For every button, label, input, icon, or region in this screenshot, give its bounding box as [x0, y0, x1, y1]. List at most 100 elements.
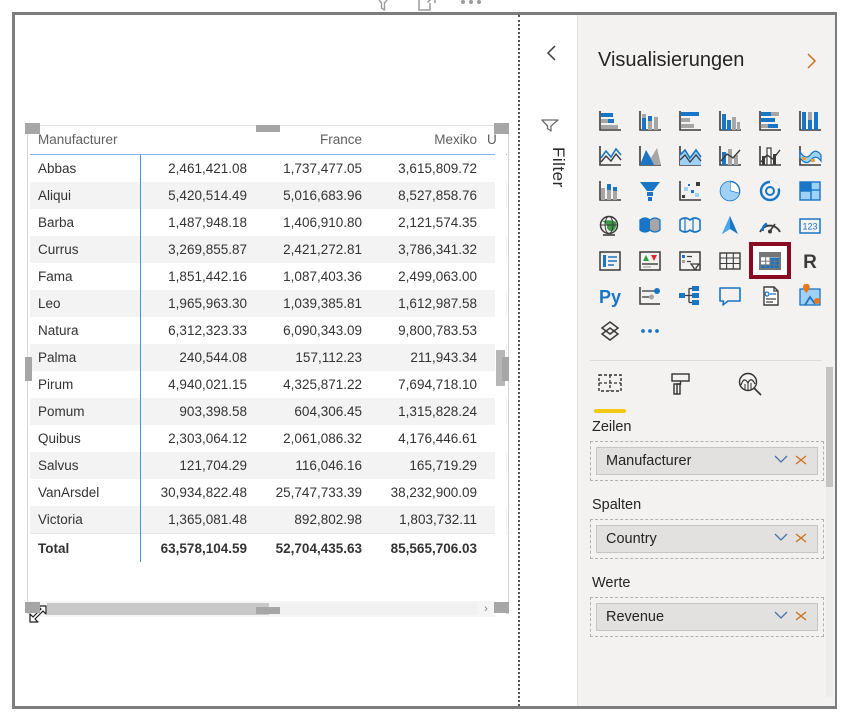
- shape-map-icon[interactable]: [670, 208, 710, 243]
- row-header-cell[interactable]: Aliqui: [30, 182, 141, 209]
- value-cell[interactable]: 4,176,446.61: [370, 425, 485, 452]
- line-and-clustered-column-chart-icon[interactable]: [750, 138, 790, 173]
- stacked-area-chart-icon[interactable]: [670, 138, 710, 173]
- value-cell[interactable]: 1,315,828.24: [370, 398, 485, 425]
- line-chart-icon[interactable]: [590, 138, 630, 173]
- value-cell[interactable]: 2,121,574.35: [370, 209, 485, 236]
- field-well-dropzone[interactable]: Manufacturer: [590, 441, 824, 481]
- stacked-column-chart-icon[interactable]: [630, 103, 670, 138]
- chevron-down-icon[interactable]: [771, 609, 791, 625]
- table-row[interactable]: Currus 3,269,855.87 2,421,272.81 3,786,341.…: [30, 236, 507, 263]
- map-icon[interactable]: [590, 208, 630, 243]
- value-cell[interactable]: 157,112.23: [255, 344, 370, 371]
- more-options-icon[interactable]: [458, 0, 484, 14]
- python-visual-icon[interactable]: Py: [590, 278, 630, 313]
- row-header-cell[interactable]: Salvus: [30, 452, 141, 479]
- value-cell[interactable]: 1,851,442.16: [140, 263, 255, 290]
- matrix-table[interactable]: Manufacturer France Mexiko U Abbas 2,461,…: [30, 126, 507, 562]
- row-header-cell[interactable]: Palma: [30, 344, 141, 371]
- table-row[interactable]: Leo 1,965,963.30 1,039,385.81 1,612,987.58: [30, 290, 507, 317]
- close-icon[interactable]: [791, 609, 811, 626]
- value-cell[interactable]: 25,747,733.39: [255, 479, 370, 506]
- get-more-visuals-icon[interactable]: [630, 313, 670, 348]
- row-header-cell[interactable]: Victoria: [30, 506, 141, 534]
- value-cell[interactable]: 121,704.29: [140, 452, 255, 479]
- field-chip[interactable]: Manufacturer: [596, 447, 818, 475]
- row-header-cell[interactable]: Fama: [30, 263, 141, 290]
- table-icon[interactable]: [710, 243, 750, 278]
- column-header-blank[interactable]: [140, 126, 255, 155]
- gauge-icon[interactable]: [750, 208, 790, 243]
- row-header-cell[interactable]: Pomum: [30, 398, 141, 425]
- field-well-dropzone[interactable]: Country: [590, 519, 824, 559]
- value-cell[interactable]: 1,087,403.36: [255, 263, 370, 290]
- value-cell[interactable]: 1,487,948.18: [140, 209, 255, 236]
- value-cell[interactable]: 3,269,855.87: [140, 236, 255, 263]
- table-row[interactable]: Barba 1,487,948.18 1,406,910.80 2,121,574.3…: [30, 209, 507, 236]
- value-cell[interactable]: 3,615,809.72: [370, 155, 485, 183]
- visualizations-pane[interactable]: Visualisierungen 123 R Py Zeilen Manufac…: [577, 15, 835, 706]
- value-cell[interactable]: 8,527,858.76: [370, 182, 485, 209]
- value-cell[interactable]: 30,934,822.48: [140, 479, 255, 506]
- resize-handle-bottom-left[interactable]: [25, 602, 40, 613]
- table-row[interactable]: Salvus 121,704.29 116,046.16 165,719.29: [30, 452, 507, 479]
- value-cell[interactable]: 604,306.45: [255, 398, 370, 425]
- table-row[interactable]: Pirum 4,940,021.15 4,325,871.22 7,694,718.1…: [30, 371, 507, 398]
- resize-handle-bottom-center[interactable]: [256, 607, 280, 614]
- r-script-visual-icon[interactable]: R: [790, 243, 830, 278]
- value-cell[interactable]: 165,719.29: [370, 452, 485, 479]
- resize-handle-top-left[interactable]: [25, 123, 40, 134]
- matrix-visual[interactable]: Manufacturer France Mexiko U Abbas 2,461,…: [29, 125, 507, 705]
- visual-header-toolbar[interactable]: [370, 0, 495, 15]
- column-header-mexiko[interactable]: Mexiko: [370, 126, 485, 155]
- stacked-bar-chart-icon[interactable]: [590, 103, 630, 138]
- table-row[interactable]: Abbas 2,461,421.08 1,737,477.05 3,615,809.7…: [30, 154, 507, 183]
- multi-row-card-icon[interactable]: [590, 243, 630, 278]
- ribbon-chart-icon[interactable]: [790, 138, 830, 173]
- value-cell[interactable]: 2,303,064.12: [140, 425, 255, 452]
- clustered-bar-chart-icon[interactable]: [670, 103, 710, 138]
- chevron-right-icon[interactable]: [803, 51, 821, 71]
- table-total-row[interactable]: Total 63,578,104.59 52,704,435.63 85,565,70…: [30, 533, 507, 562]
- area-chart-icon[interactable]: [630, 138, 670, 173]
- table-row[interactable]: Victoria 1,365,081.48 892,802.98 1,803,732.…: [30, 506, 507, 534]
- line-and-stacked-column-chart-icon[interactable]: [710, 138, 750, 173]
- value-cell[interactable]: 116,046.16: [255, 452, 370, 479]
- paginated-report-icon[interactable]: [590, 313, 630, 348]
- scroll-right-arrow[interactable]: ›: [477, 601, 495, 617]
- value-cell[interactable]: 1,965,963.30: [140, 290, 255, 317]
- column-header-manufacturer[interactable]: Manufacturer: [30, 126, 140, 155]
- resize-handle-middle-left[interactable]: [25, 357, 32, 381]
- row-header-cell[interactable]: Quibus: [30, 425, 141, 452]
- matrix-body[interactable]: Abbas 2,461,421.08 1,737,477.05 3,615,809.7…: [30, 154, 507, 562]
- value-cell[interactable]: 1,039,385.81: [255, 290, 370, 317]
- key-influencers-icon[interactable]: [630, 278, 670, 313]
- value-cell[interactable]: 1,365,081.48: [140, 506, 255, 534]
- pane-scroll-thumb[interactable]: [826, 367, 833, 487]
- value-cell[interactable]: 9,800,783.53: [370, 317, 485, 344]
- matrix-icon[interactable]: [749, 242, 791, 279]
- decomposition-tree-icon[interactable]: [670, 278, 710, 313]
- value-cell[interactable]: 7,694,718.10: [370, 371, 485, 398]
- kpi-icon[interactable]: [630, 243, 670, 278]
- donut-chart-icon[interactable]: [750, 173, 790, 208]
- smart-narrative-icon[interactable]: [750, 278, 790, 313]
- value-cell[interactable]: 6,090,343.09: [255, 317, 370, 344]
- row-header-cell[interactable]: Pirum: [30, 371, 141, 398]
- value-cell[interactable]: 4,940,021.15: [140, 371, 255, 398]
- value-cell[interactable]: 903,398.58: [140, 398, 255, 425]
- matrix-vertical-scrollbar[interactable]: [495, 145, 506, 705]
- value-cell[interactable]: 6,312,323.33: [140, 317, 255, 344]
- waterfall-chart-icon[interactable]: [590, 173, 630, 208]
- value-cell[interactable]: 1,406,910.80: [255, 209, 370, 236]
- horizontal-scroll-thumb[interactable]: [47, 603, 269, 615]
- value-cell[interactable]: 2,421,272.81: [255, 236, 370, 263]
- filled-map-icon[interactable]: [630, 208, 670, 243]
- pie-chart-icon[interactable]: [710, 173, 750, 208]
- field-wells[interactable]: Zeilen Manufacturer Spalten Country Werte Rev…: [590, 419, 824, 653]
- row-header-cell[interactable]: Leo: [30, 290, 141, 317]
- visual-type-icon-grid[interactable]: 123 R Py: [590, 103, 830, 348]
- funnel-icon[interactable]: [370, 0, 396, 14]
- field-chip[interactable]: Revenue: [596, 603, 818, 631]
- chevron-down-icon[interactable]: [771, 531, 791, 547]
